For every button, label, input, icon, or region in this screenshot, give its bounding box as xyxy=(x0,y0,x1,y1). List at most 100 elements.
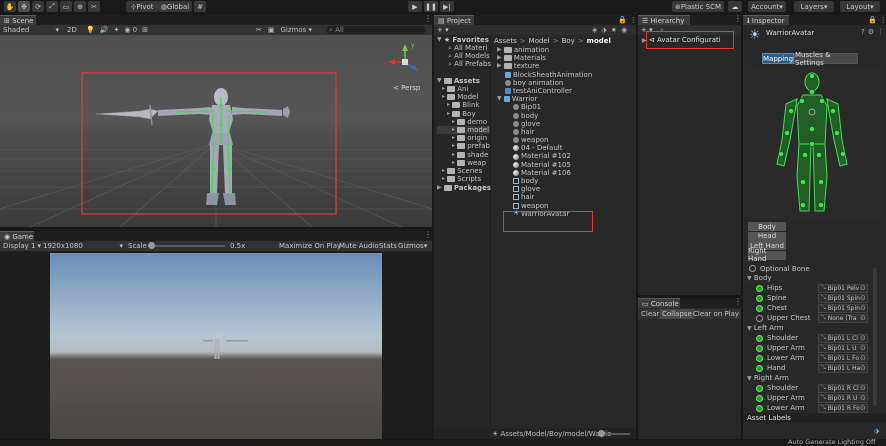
lock-icon[interactable]: 🔒 xyxy=(618,16,627,24)
move-tool-icon[interactable]: ✥ xyxy=(18,1,30,12)
tree-item[interactable]: ▸ Blink xyxy=(437,101,490,109)
object-picker-icon[interactable]: ⊙ xyxy=(860,314,866,322)
project-file-item[interactable]: hair xyxy=(497,128,592,136)
assets-header[interactable]: ▼ Assets xyxy=(437,77,480,85)
layout-dropdown[interactable]: Layout ▾ xyxy=(840,1,880,12)
account-dropdown[interactable]: Account ▾ xyxy=(748,1,786,12)
project-file-item[interactable]: 04 - Default xyxy=(497,144,592,152)
project-file-item[interactable]: testAniController xyxy=(497,87,592,95)
game-gizmos-dropdown[interactable]: Gizmos ▾ xyxy=(398,241,427,251)
project-file-item[interactable]: hair xyxy=(497,193,592,201)
resolution-dropdown[interactable]: 1920x1080 ▾ xyxy=(43,241,123,251)
play-icon[interactable]: ▶ xyxy=(408,1,422,12)
inspector-scrollbar[interactable] xyxy=(873,268,877,406)
project-file-item[interactable]: Bip01 xyxy=(497,103,592,111)
breadcrumb-item[interactable]: Assets xyxy=(494,37,517,45)
breadcrumb-item[interactable]: Boy xyxy=(562,37,575,45)
console-menu-icon[interactable]: ⋮ xyxy=(734,297,742,306)
tree-item[interactable]: ▸ model xyxy=(437,125,490,135)
game-menu-icon[interactable]: ⋮ xyxy=(424,230,432,239)
tree-item[interactable]: ▸ Ani xyxy=(437,85,490,93)
tab-muscles-settings[interactable]: Muscles & Settings xyxy=(794,51,858,67)
mute-audio-toggle[interactable]: Mute Audio xyxy=(339,242,379,250)
project-file-item[interactable]: ▼ Warrior xyxy=(497,95,592,103)
object-picker-icon[interactable]: ⊙ xyxy=(860,404,866,412)
menu-icon[interactable]: ⋮ xyxy=(630,16,637,24)
tools-icon[interactable]: ✂ xyxy=(256,26,262,34)
hierarchy-menu-icon[interactable]: ⋮ xyxy=(734,14,742,23)
favorites-header[interactable]: ▼ ★ Favorites xyxy=(437,36,489,44)
favorite-item[interactable]: ⌕ All Materi xyxy=(448,44,491,52)
breadcrumb-item[interactable]: model xyxy=(587,37,611,45)
grid-snap-button[interactable]: # xyxy=(194,1,206,12)
scene-viewport[interactable]: y x xyxy=(0,35,432,227)
body-part-button[interactable]: Head xyxy=(748,231,786,241)
bone-group-header[interactable]: ▼ Body xyxy=(747,273,772,283)
body-part-button[interactable]: Right Hand xyxy=(748,247,786,263)
project-file-item[interactable]: glove xyxy=(497,120,592,128)
menu-icon[interactable]: ⋮ xyxy=(877,28,884,36)
object-picker-icon[interactable]: ⊙ xyxy=(860,334,866,342)
tree-item[interactable]: ▸ shade xyxy=(437,151,490,159)
project-file-item[interactable]: ▶ Materials xyxy=(497,54,592,62)
tab-project[interactable]: ▤ Project xyxy=(434,15,474,25)
lighting-icon[interactable]: 💡 xyxy=(86,26,95,34)
scale-tool-icon[interactable]: ⤢ xyxy=(46,1,58,12)
plastic-scm-button[interactable]: ⊛ Plastic SCM xyxy=(672,1,724,12)
packages-header[interactable]: ▶ Packages xyxy=(437,184,491,192)
tab-console[interactable]: ▭ Console xyxy=(638,298,680,308)
2d-toggle[interactable]: 2D xyxy=(67,26,77,34)
tab-scene[interactable]: ⊞ Scene xyxy=(0,15,36,25)
scale-slider-thumb[interactable] xyxy=(148,242,155,249)
object-picker-icon[interactable]: ⊙ xyxy=(860,304,866,312)
tree-item[interactable]: ▸ demo xyxy=(437,118,490,126)
bone-group-header[interactable]: ▼ Left Arm xyxy=(747,323,784,333)
tree-item[interactable]: ▸ Scenes xyxy=(437,167,490,175)
tree-item[interactable]: ▸ Model xyxy=(437,93,490,101)
project-file-item[interactable]: weapon xyxy=(497,136,592,144)
breadcrumb-item[interactable]: Model xyxy=(529,37,550,45)
console-collapse-button[interactable]: Collapse xyxy=(660,309,694,319)
shading-dropdown[interactable]: Shaded ▾ xyxy=(3,25,59,35)
grid-icon[interactable]: ⊞ xyxy=(142,26,148,34)
object-picker-icon[interactable]: ⊙ xyxy=(860,354,866,362)
label-tag-icon[interactable]: ⬗ xyxy=(874,427,879,435)
project-file-item[interactable]: Material #106 xyxy=(497,169,592,177)
project-file-item[interactable]: ▶ animation xyxy=(497,46,592,54)
icon-size-thumb[interactable] xyxy=(598,430,605,437)
step-icon[interactable]: ▶| xyxy=(440,1,454,12)
object-picker-icon[interactable]: ⊙ xyxy=(860,394,866,402)
menu-icon[interactable]: ⋮ xyxy=(880,16,886,24)
rect-tool-icon[interactable]: ▭ xyxy=(60,1,72,12)
tree-item[interactable]: ▸ prefab xyxy=(437,142,490,150)
tab-game[interactable]: ◉ Game xyxy=(0,231,34,241)
scene-gizmos-dropdown[interactable]: Gizmos ▾ xyxy=(281,26,313,34)
scene-menu-icon[interactable]: ⋮ xyxy=(424,14,432,23)
rotate-tool-icon[interactable]: ⟳ xyxy=(32,1,44,12)
filter-type-icon[interactable]: ◈ xyxy=(592,26,597,34)
stats-toggle[interactable]: Stats xyxy=(379,242,397,250)
lock-icon[interactable]: 🔒 xyxy=(868,16,877,24)
layers-dropdown[interactable]: Layers ▾ xyxy=(794,1,834,12)
project-file-item[interactable]: body xyxy=(497,112,592,120)
tree-item[interactable]: ▸ Scripts xyxy=(437,175,490,183)
pause-icon[interactable]: ❚❚ xyxy=(424,1,438,12)
star-icon[interactable]: ★ xyxy=(611,26,617,34)
effects-icon[interactable]: ✦ xyxy=(113,26,119,34)
transform-tool-icon[interactable]: ⊕ xyxy=(74,1,86,12)
object-picker-icon[interactable]: ⊙ xyxy=(860,284,866,292)
project-file-item[interactable]: ▶ texture xyxy=(497,62,592,70)
add-asset-button[interactable]: + ▾ xyxy=(437,26,449,34)
camera-icon[interactable]: ▣ xyxy=(268,26,275,34)
hand-tool-icon[interactable]: ✋ xyxy=(4,1,16,12)
pivot-toggle[interactable]: ⊹ Pivot xyxy=(126,1,158,12)
display-dropdown[interactable]: Display 1 ▾ xyxy=(3,241,41,251)
label-icon[interactable]: ⬗ xyxy=(601,26,606,34)
project-file-item[interactable]: Material #105 xyxy=(497,161,592,169)
cloud-button[interactable]: ☁ xyxy=(728,1,742,12)
tab-inspector[interactable]: ℹ Inspector xyxy=(743,15,789,25)
project-file-item[interactable]: glove xyxy=(497,185,592,193)
favorite-item[interactable]: ⌕ All Models xyxy=(448,52,491,60)
scene-search[interactable]: ⌕ All xyxy=(326,26,426,34)
tree-item[interactable]: ▸ Boy xyxy=(437,110,490,118)
